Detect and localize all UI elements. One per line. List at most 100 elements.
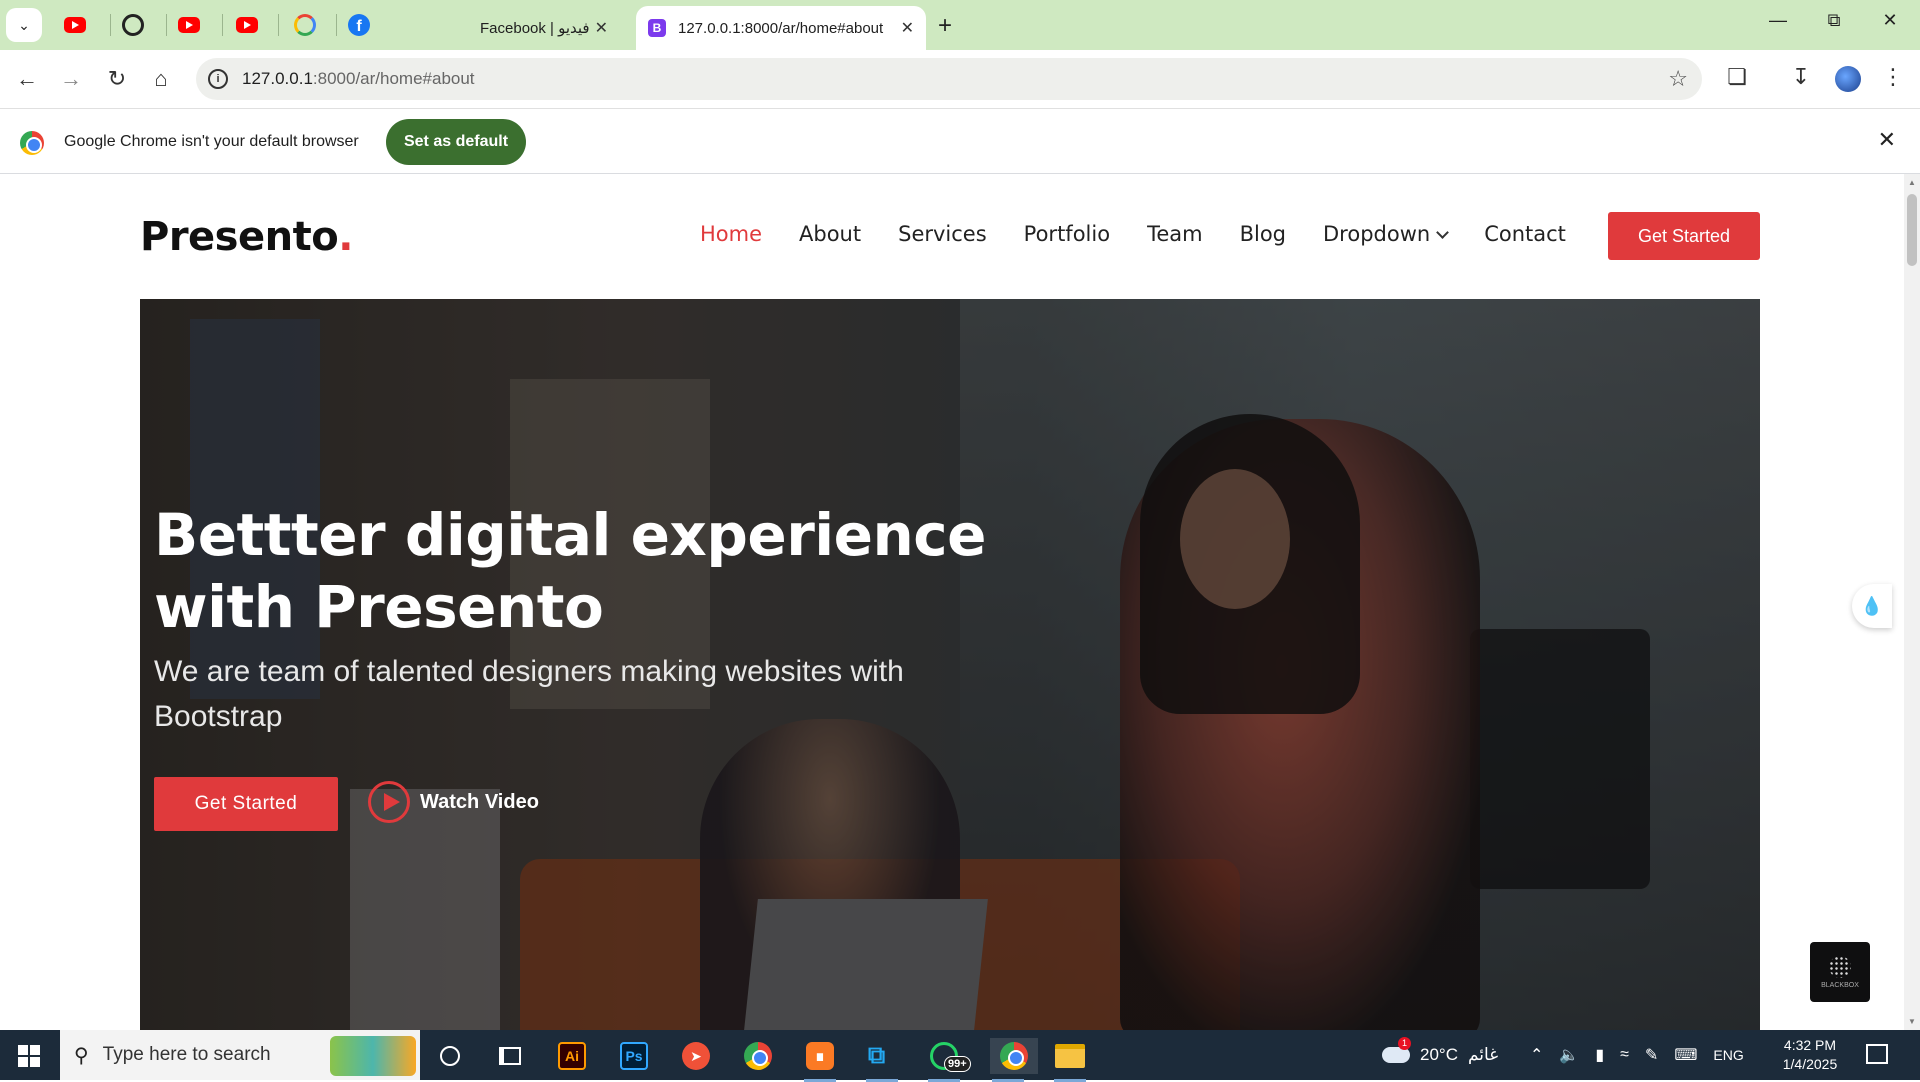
header-get-started-button[interactable]: Get Started: [1608, 212, 1760, 260]
scroll-down-icon[interactable]: ▼: [1908, 1017, 1916, 1026]
close-infobar-icon[interactable]: ✕: [1878, 127, 1896, 153]
restore-button[interactable]: ⧉: [1814, 10, 1854, 31]
scroll-up-icon[interactable]: ▲: [1908, 178, 1916, 187]
nav-contact[interactable]: Contact: [1484, 222, 1566, 246]
play-icon: [368, 781, 410, 823]
pinned-tab-google[interactable]: [290, 10, 320, 40]
site-info-icon[interactable]: i: [208, 69, 228, 89]
youtube-icon: [178, 17, 200, 33]
pinned-tab-youtube[interactable]: [174, 10, 204, 40]
floating-droplet-widget[interactable]: 💧: [1852, 584, 1892, 628]
cortana-button[interactable]: [432, 1038, 468, 1074]
facebook-icon: f: [348, 14, 370, 36]
youtube-icon: [64, 17, 86, 33]
swift-icon: ➤: [682, 1042, 710, 1070]
set-as-default-button[interactable]: Set as default: [386, 119, 526, 165]
forward-button[interactable]: →: [56, 64, 86, 94]
nav-dropdown[interactable]: Dropdown: [1323, 222, 1450, 246]
close-tab-icon[interactable]: ✕: [901, 18, 914, 38]
scrollbar-thumb[interactable]: [1907, 194, 1917, 266]
photoshop-icon: Ps: [620, 1042, 648, 1070]
pen-icon[interactable]: ✎: [1645, 1045, 1658, 1065]
close-tab-icon[interactable]: ✕: [595, 18, 608, 38]
page-viewport: Presento. Home About Services Portfolio …: [0, 174, 1904, 1030]
language-indicator[interactable]: ENG: [1713, 1047, 1743, 1063]
minimize-button[interactable]: —: [1758, 10, 1798, 31]
browser-toolbar: ← → ↻ ⌂ i 127.0.0.1:8000/ar/home#about ☆…: [0, 50, 1920, 108]
taskbar-chrome[interactable]: [740, 1038, 776, 1074]
taskbar-swift[interactable]: ➤: [678, 1038, 714, 1074]
url-host: 127.0.0.1: [242, 69, 313, 88]
clock-time: 4:32 PM: [1783, 1037, 1837, 1053]
github-icon: [122, 14, 144, 36]
search-highlight-image: [330, 1036, 416, 1076]
close-window-button[interactable]: ✕: [1870, 10, 1910, 31]
chevron-down-icon: [1436, 226, 1450, 239]
tab-title: Facebook | فيديو: [480, 20, 590, 37]
nav-team[interactable]: Team: [1147, 222, 1203, 246]
hero-title-line1: Bettter digital experience: [154, 501, 987, 569]
url-text: 127.0.0.1:8000/ar/home#about: [242, 69, 475, 89]
watch-video-link[interactable]: Watch Video: [368, 781, 539, 823]
volume-icon[interactable]: 🔈: [1559, 1045, 1579, 1065]
taskbar-file-explorer[interactable]: [1052, 1038, 1088, 1082]
tab-search-button[interactable]: ⌄: [6, 8, 42, 42]
blackbox-widget[interactable]: BLACKBOX: [1810, 942, 1870, 1002]
hero-title-line2: with Presento: [154, 573, 604, 641]
back-button[interactable]: ←: [12, 64, 42, 94]
keyboard-icon[interactable]: ⌨: [1674, 1045, 1697, 1065]
nav-dropdown-label: Dropdown: [1323, 222, 1431, 246]
task-view-icon: [499, 1047, 521, 1065]
task-view-button[interactable]: [492, 1038, 528, 1074]
droplet-icon: 💧: [1860, 595, 1884, 616]
hero-get-started-button[interactable]: Get Started: [154, 777, 338, 831]
extensions-icon[interactable]: ❏: [1722, 64, 1752, 90]
download-icon[interactable]: ↧: [1786, 64, 1816, 90]
taskbar-illustrator[interactable]: Ai: [554, 1038, 590, 1074]
nav-home[interactable]: Home: [700, 222, 762, 246]
taskbar-clock[interactable]: 4:32 PM 1/4/2025: [1770, 1036, 1850, 1074]
weather-widget[interactable]: 1 20°C غائم: [1382, 1030, 1498, 1080]
menu-kebab-icon[interactable]: ⋮: [1878, 64, 1908, 90]
nav-about[interactable]: About: [799, 222, 861, 246]
site-logo[interactable]: Presento.: [140, 214, 353, 260]
taskbar-photoshop[interactable]: Ps: [616, 1038, 652, 1074]
infobar-message: Google Chrome isn't your default browser: [64, 133, 359, 150]
home-button[interactable]: ⌂: [146, 64, 176, 94]
chevron-up-icon[interactable]: ⌃: [1530, 1045, 1543, 1065]
clock-date: 1/4/2025: [1782, 1056, 1838, 1072]
pinned-tab-facebook[interactable]: f: [344, 10, 374, 40]
tab-active[interactable]: B 127.0.0.1:8000/ar/home#about ✕: [636, 6, 926, 50]
bookmark-star-icon[interactable]: ☆: [1668, 66, 1688, 92]
taskbar-search[interactable]: ⚲ Type here to search: [60, 1030, 420, 1080]
nav-blog[interactable]: Blog: [1240, 222, 1286, 246]
profile-avatar[interactable]: [1835, 66, 1861, 92]
windows-start-icon[interactable]: [18, 1045, 40, 1067]
tab-facebook[interactable]: Facebook | فيديو ✕: [460, 6, 620, 50]
battery-icon[interactable]: ▮: [1595, 1045, 1604, 1065]
address-bar[interactable]: i 127.0.0.1:8000/ar/home#about ☆: [196, 58, 1702, 100]
hero-title: Bettter digital experience with Presento: [154, 499, 1054, 643]
chrome-logo-icon: [20, 131, 44, 155]
chrome-icon: [1000, 1042, 1028, 1070]
whatsapp-badge: 99+: [944, 1056, 971, 1072]
nav-portfolio[interactable]: Portfolio: [1024, 222, 1110, 246]
new-tab-button[interactable]: +: [938, 12, 952, 40]
network-icon[interactable]: ≈: [1620, 1046, 1629, 1064]
pinned-tab-youtube[interactable]: [232, 10, 262, 40]
nav-services[interactable]: Services: [898, 222, 987, 246]
notification-icon[interactable]: [1866, 1044, 1888, 1064]
taskbar-whatsapp[interactable]: 99+: [926, 1038, 971, 1082]
weather-badge: 1: [1398, 1037, 1411, 1050]
taskbar-xampp[interactable]: ∎: [802, 1038, 838, 1082]
system-tray: ⌃ 🔈 ▮ ≈ ✎ ⌨ ENG: [1530, 1030, 1744, 1080]
pinned-tab-youtube[interactable]: [60, 10, 90, 40]
tab-divider: [278, 14, 279, 36]
reload-button[interactable]: ↻: [102, 64, 132, 94]
main-nav: Home About Services Portfolio Team Blog …: [700, 222, 1566, 246]
taskbar-vscode[interactable]: ⧉: [864, 1038, 900, 1082]
pinned-tab-github[interactable]: [118, 10, 148, 40]
taskbar-chrome-active[interactable]: [990, 1038, 1038, 1082]
page-scrollbar[interactable]: ▲ ▼: [1904, 174, 1920, 1030]
search-placeholder: Type here to search: [102, 1044, 271, 1065]
